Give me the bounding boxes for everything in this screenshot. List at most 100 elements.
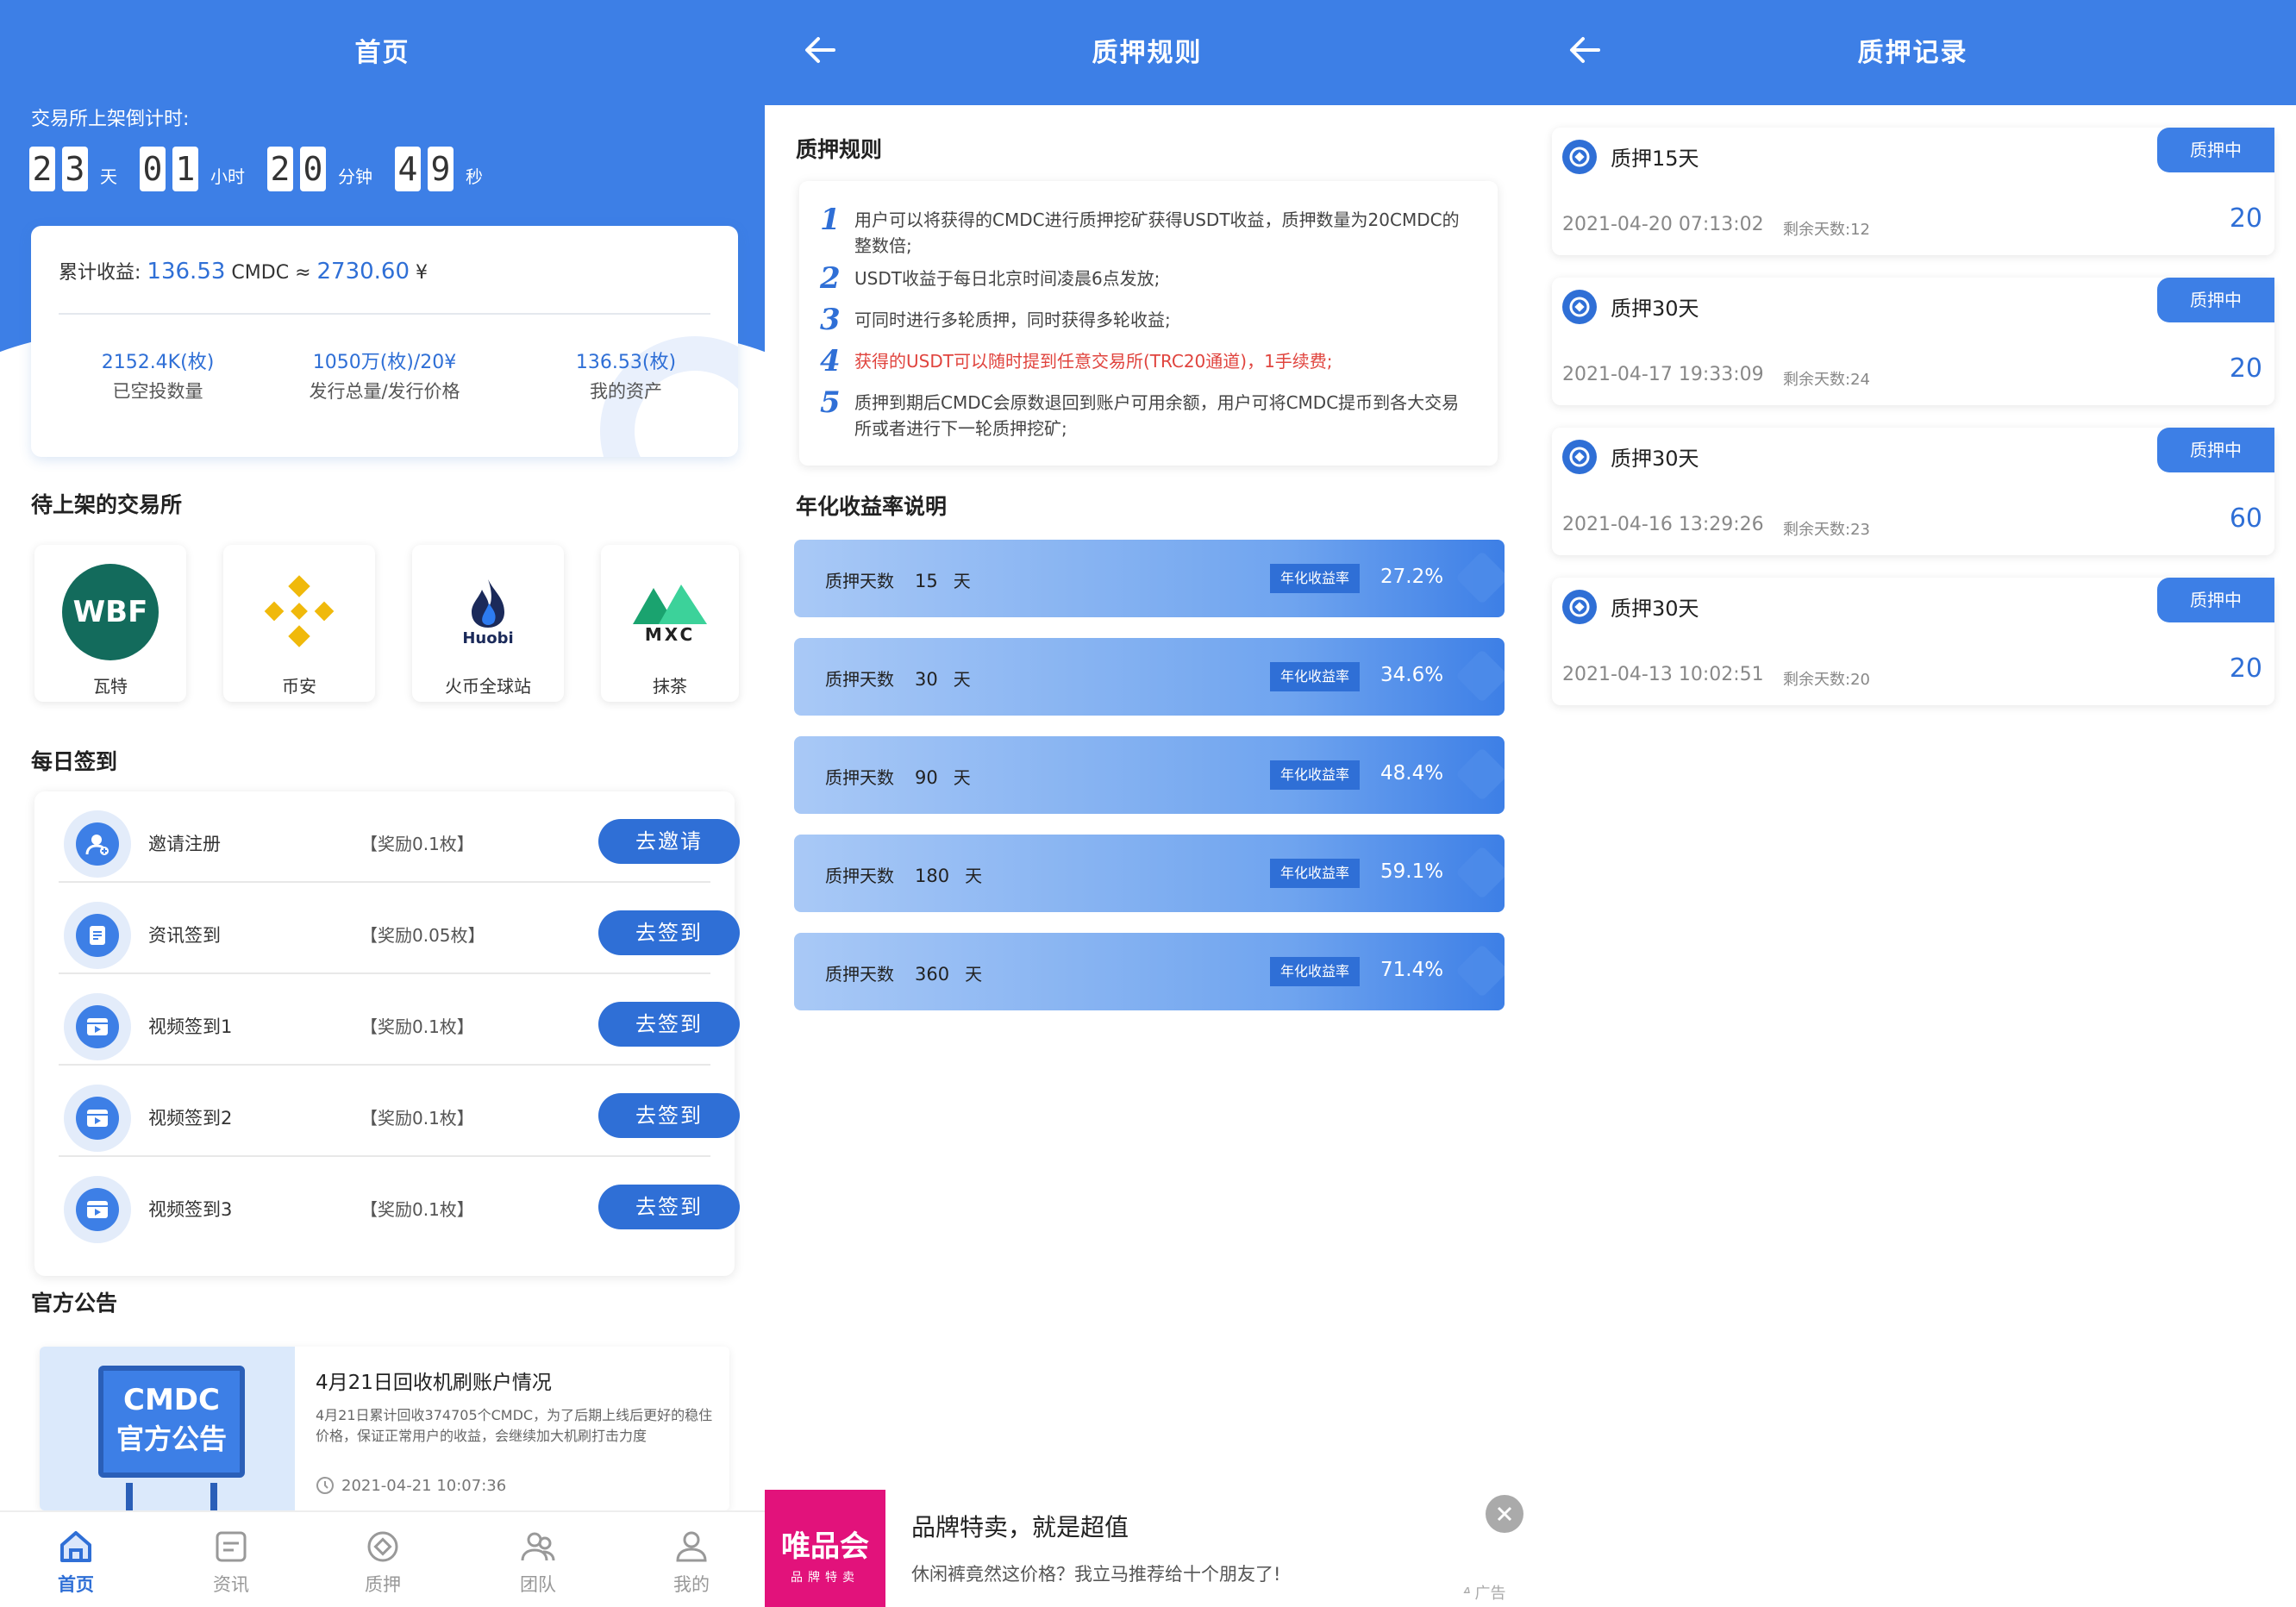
rate-row: 质押天数 15 天 年化收益率 27.2%: [794, 540, 1505, 617]
ad-logo-subtext: 品牌特卖: [791, 1571, 860, 1585]
pledge-record[interactable]: 质押30天 质押中 2021-04-17 19:33:09 剩余天数:24 20: [1552, 278, 2274, 405]
mxc-logo-text: MXC: [644, 624, 696, 645]
stat-value: 1050万(枚)/20¥: [312, 352, 457, 373]
countdown-unit: 分钟: [338, 166, 372, 187]
tab-pledge[interactable]: 质押: [331, 1526, 435, 1597]
notice-title: 4月21日回收机刷账户情况: [316, 1372, 552, 1394]
wbf-logo: WBF: [62, 564, 159, 660]
ad-close-button[interactable]: [1486, 1495, 1523, 1533]
checkin-row: 邀请注册 【奖励0.1枚】 去邀请: [59, 791, 740, 883]
page-title: 首页: [354, 38, 410, 68]
checkin-title: 每日签到: [31, 745, 118, 781]
record-remaining-days: 剩余天数:24: [1783, 371, 1870, 389]
notice-section-title: 官方公告: [31, 1286, 118, 1322]
tab-label: 团队: [520, 1574, 556, 1595]
ad-logo-text: 唯品会: [781, 1529, 869, 1564]
stat-airdrop: 2152.4K(枚) 已空投数量: [59, 347, 257, 403]
home-screen: 首页 交易所上架倒计时: 2 3 天 0 1 小时 2 0 分钟 4 9 秒 累…: [0, 0, 765, 1607]
rate-tag: 年化收益率: [1270, 662, 1360, 691]
rate-row: 质押天数 180 天 年化收益率 59.1%: [794, 835, 1505, 912]
record-remaining-days: 剩余天数:12: [1783, 221, 1870, 239]
rate-left: 质押天数 180 天: [825, 862, 982, 887]
earnings-cny-unit: ¥: [416, 262, 429, 284]
video-icon: [64, 1176, 131, 1243]
profile-icon: [676, 1531, 707, 1562]
records-screen: 质押记录 质押15天 质押中 2021-04-20 07:13:02 剩余天数:…: [1530, 0, 2296, 1607]
pledge-record[interactable]: 质押30天 质押中 2021-04-16 13:29:26 剩余天数:23 60: [1552, 428, 2274, 555]
exchange-card-wbf[interactable]: WBF 瓦特: [34, 545, 186, 702]
rate-value: 27.2%: [1380, 566, 1444, 588]
exchange-card-huobi[interactable]: Huobi 火币全球站: [412, 545, 564, 702]
rate-day-unit: 天: [953, 571, 971, 591]
checkin-row: 视频签到1 【奖励0.1枚】 去签到: [59, 974, 740, 1066]
ad-network-icon: ᐞ: [1463, 1585, 1472, 1603]
countdown-unit: 秒: [466, 166, 483, 187]
rule-number: 5: [820, 385, 841, 420]
rate-label: 质押天数: [825, 767, 894, 788]
checkin-reward: 【奖励0.05枚】: [360, 925, 485, 946]
countdown-digit: 3: [62, 147, 88, 191]
tab-team[interactable]: 团队: [486, 1526, 590, 1597]
rate-value: 48.4%: [1380, 762, 1444, 785]
checkin-button[interactable]: 去签到: [598, 1093, 740, 1138]
pledge-icon: [1562, 140, 1597, 174]
checkin-reward: 【奖励0.1枚】: [360, 1016, 474, 1037]
video-icon: [64, 1085, 131, 1152]
checkin-reward: 【奖励0.1枚】: [360, 1108, 474, 1129]
countdown-digit: 2: [29, 147, 55, 191]
pledge-record[interactable]: 质押30天 质押中 2021-04-13 10:02:51 剩余天数:20 20: [1552, 578, 2274, 705]
checkin-row: 视频签到3 【奖励0.1枚】 去签到: [59, 1157, 740, 1248]
pledge-record[interactable]: 质押15天 质押中 2021-04-20 07:13:02 剩余天数:12 20: [1552, 128, 2274, 255]
rule-text: USDT收益于每日北京时间凌晨6点发放;: [854, 268, 1161, 289]
rate-days: 15: [915, 571, 938, 591]
exchange-card-mxc[interactable]: MXC 抹茶: [601, 545, 739, 702]
rate-left: 质押天数 360 天: [825, 960, 982, 985]
rate-label: 质押天数: [825, 669, 894, 690]
video-icon: [64, 993, 131, 1060]
page-title: 质押记录: [1857, 38, 1968, 68]
ad-mark: ᐞ 广告: [1463, 1581, 1506, 1604]
tab-profile[interactable]: 我的: [640, 1526, 743, 1597]
earnings-cmdc-value: 136.53: [147, 259, 226, 285]
tab-home[interactable]: 首页: [24, 1526, 128, 1597]
checkin-button[interactable]: 去签到: [598, 910, 740, 955]
checkin-button[interactable]: 去签到: [598, 1185, 740, 1229]
notice-time-text: 2021-04-21 10:07:36: [341, 1476, 507, 1495]
notice-item[interactable]: CMDC 官方公告 4月21日回收机刷账户情况 4月21日累计回收374705个…: [40, 1347, 729, 1510]
record-title: 质押30天: [1611, 447, 1699, 471]
easel-leg: [126, 1483, 133, 1510]
huobi-logo-text: Huobi: [462, 628, 514, 647]
record-title: 质押30天: [1611, 597, 1699, 621]
rate-tag: 年化收益率: [1270, 957, 1360, 986]
earnings-label: 累计收益:: [59, 262, 141, 284]
invite-button[interactable]: 去邀请: [598, 819, 740, 864]
tab-label: 资讯: [213, 1574, 249, 1595]
record-amount: 20: [2229, 353, 2262, 384]
rate-left: 质押天数 90 天: [825, 764, 971, 789]
record-time: 2021-04-17 19:33:09: [1562, 364, 1764, 385]
record-time: 2021-04-16 13:29:26: [1562, 514, 1764, 535]
record-amount: 20: [2229, 653, 2262, 684]
clock-icon: [316, 1477, 334, 1494]
rate-day-unit: 天: [965, 866, 983, 886]
rate-days: 30: [915, 669, 938, 690]
checkin-row: 资讯签到 【奖励0.05枚】 去签到: [59, 883, 740, 974]
ad-mark-text: 广告: [1474, 1585, 1506, 1603]
rate-value: 71.4%: [1380, 959, 1444, 981]
tab-news[interactable]: 资讯: [179, 1526, 283, 1597]
ad-banner[interactable]: 唯品会 品牌特卖 品牌特卖，就是超值 休闲裤竟然这价格？我立马推荐给十个朋友了!…: [765, 1490, 1530, 1607]
stat-label: 发行总量/发行价格: [309, 381, 460, 402]
record-remaining-days: 剩余天数:23: [1783, 521, 1870, 539]
tab-label: 首页: [58, 1574, 94, 1595]
exchange-card-binance[interactable]: 币安: [223, 545, 375, 702]
earnings-cmdc-unit: CMDC: [231, 262, 290, 284]
checkin-name: 邀请注册: [148, 834, 221, 854]
checkin-button[interactable]: 去签到: [598, 1002, 740, 1047]
rate-days: 90: [915, 767, 938, 788]
countdown-digit: 1: [172, 147, 198, 191]
rule-number: 2: [820, 261, 841, 296]
stat-label: 已空投数量: [112, 381, 203, 402]
rate-day-unit: 天: [965, 964, 983, 985]
countdown-digit: 0: [140, 147, 166, 191]
exchange-name: 币安: [282, 676, 316, 697]
